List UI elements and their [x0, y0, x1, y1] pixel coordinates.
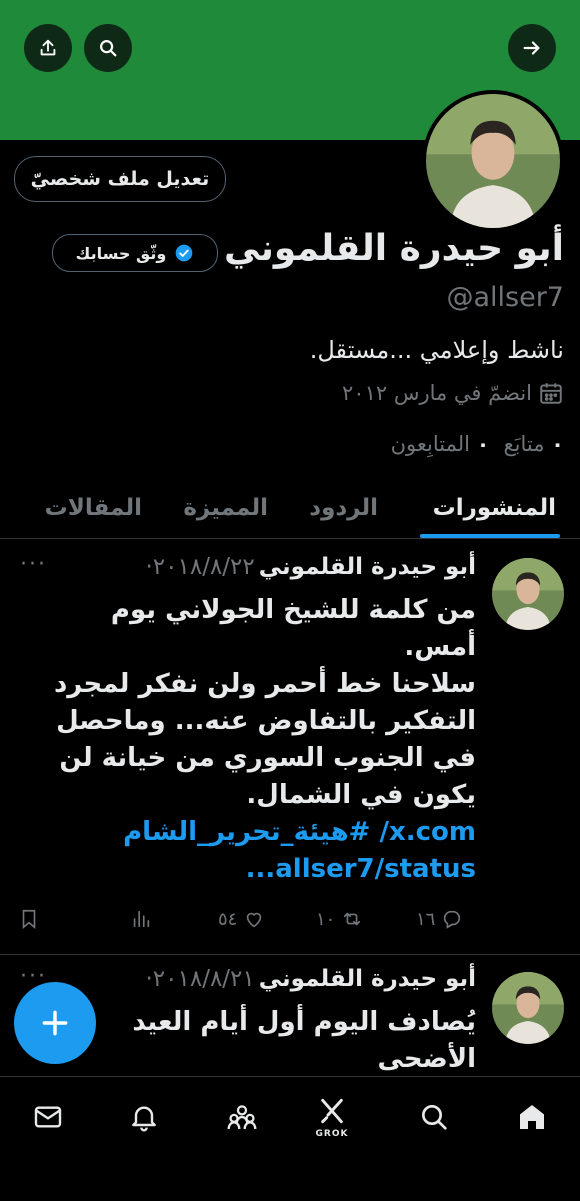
grok-label: GROK: [315, 1129, 349, 1139]
followers-count: ٠: [476, 432, 490, 456]
post-avatar[interactable]: [492, 972, 564, 1044]
arrow-right-icon: [523, 41, 540, 55]
joined-text: انضمّ في مارس ٢٠١٢: [342, 381, 532, 405]
bookmark-icon: [22, 909, 36, 930]
heart-icon: [247, 912, 262, 928]
followers-link[interactable]: ٠ المتابِعون: [391, 432, 490, 456]
post-line: سلاحنا خط أحمر ولن نفكر لمجرد: [53, 669, 476, 699]
post-more-button[interactable]: ···: [20, 552, 47, 577]
search-icon: [422, 1105, 447, 1130]
post-date[interactable]: ٢٠١٨/٨/٢١·: [145, 966, 254, 992]
profile-bio: ناشط وإعلامي ...مستقل.: [309, 336, 564, 364]
post-line: أمس.: [404, 632, 476, 662]
post-actions: ٥٤ ١٠ ١٦: [18, 908, 468, 938]
following-link[interactable]: ٠ متابَع: [503, 432, 564, 456]
verify-account-button[interactable]: وثّق حسابك: [52, 234, 218, 272]
communities-icon: [227, 1105, 257, 1130]
nav-communities[interactable]: [220, 1095, 264, 1139]
bottom-nav: GROK: [0, 1076, 580, 1201]
compose-button[interactable]: [14, 982, 96, 1064]
repost-button[interactable]: ١٠: [316, 908, 363, 930]
repost-icon: [344, 912, 361, 926]
following-label: متابَع: [503, 432, 545, 456]
follow-stats: ٠ متابَع ٠ المتابِعون: [391, 432, 564, 456]
joined-date: انضمّ في مارس ٢٠١٢: [342, 380, 564, 406]
followers-label: المتابِعون: [390, 432, 470, 456]
bell-icon: [132, 1106, 156, 1132]
profile-handle: @allser7: [446, 282, 564, 313]
share-button[interactable]: [24, 24, 72, 72]
post-line: الأضحى: [377, 1044, 476, 1074]
like-count: ٥٤: [218, 908, 238, 930]
hashtag-link[interactable]: x.com/ #هيئة_تحرير_الشام: [26, 814, 476, 851]
mail-icon: [34, 1106, 62, 1128]
calendar-icon: [540, 383, 562, 404]
post-line: يكون في الشمال.: [246, 780, 476, 810]
following-count: ٠: [551, 432, 564, 456]
active-tab-indicator: [420, 534, 560, 538]
nav-messages[interactable]: [26, 1095, 70, 1139]
home-icon: [520, 1105, 544, 1129]
views-icon: [133, 910, 150, 928]
post-item[interactable]: أبو حيدرة القلموني ٢٠١٨/٨/٢٢· ··· من كلم…: [0, 540, 580, 955]
repost-count: ١٠: [316, 908, 336, 930]
post-header: أبو حيدرة القلموني ٢٠١٨/٨/٢٢·: [145, 554, 476, 580]
reply-button[interactable]: ١٦: [416, 908, 463, 930]
forward-button[interactable]: [508, 24, 556, 72]
nav-grok[interactable]: GROK: [310, 1095, 354, 1139]
share-icon: [40, 39, 56, 56]
post-date[interactable]: ٢٠١٨/٨/٢٢·: [145, 554, 254, 580]
search-button[interactable]: [84, 24, 132, 72]
nav-search[interactable]: [412, 1095, 456, 1139]
bookmark-button[interactable]: [18, 908, 40, 930]
nav-home[interactable]: [510, 1095, 554, 1139]
post-author[interactable]: أبو حيدرة القلموني: [259, 966, 476, 992]
avatar-photo: [426, 94, 560, 228]
views-button[interactable]: [130, 908, 152, 930]
avatar-photo: [492, 558, 564, 630]
plus-icon: [42, 1010, 68, 1036]
post-header: أبو حيدرة القلموني ٢٠١٨/٨/٢١·: [145, 966, 476, 992]
post-line: من كلمة للشيخ الجولاني يوم: [110, 595, 476, 625]
profile-avatar[interactable]: [422, 90, 564, 232]
post-author[interactable]: أبو حيدرة القلموني: [259, 554, 476, 580]
search-icon: [100, 40, 117, 57]
post-line: في الجنوب السوري من خيانة لن: [59, 743, 476, 773]
status-link[interactable]: allser7/status...: [26, 851, 476, 888]
reply-count: ١٦: [416, 908, 436, 930]
tab-replies[interactable]: الردود: [309, 478, 378, 538]
tab-highlights[interactable]: المميزة: [183, 478, 268, 538]
post-text: من كلمة للشيخ الجولاني يوم أمس. سلاحنا خ…: [26, 592, 476, 888]
edit-profile-button[interactable]: تعديل ملف شخصيّ: [14, 156, 226, 202]
profile-tabs: المنشورات الردود المميزة المقالات: [0, 478, 580, 539]
reply-icon: [444, 910, 461, 929]
profile-name: أبو حيدرة القلموني: [223, 228, 564, 269]
verify-label: وثّق حسابك: [75, 243, 167, 263]
post-avatar[interactable]: [492, 558, 564, 630]
nav-notifications[interactable]: [122, 1095, 166, 1139]
tab-articles[interactable]: المقالات: [45, 478, 142, 538]
like-button[interactable]: ٥٤: [218, 908, 265, 930]
verified-badge-icon: [176, 244, 193, 262]
grok-icon: [321, 1098, 343, 1124]
post-line: التفكير بالتفاوض عنه... وماحصل: [56, 706, 476, 736]
tab-posts[interactable]: المنشورات: [433, 478, 556, 538]
avatar-photo: [492, 972, 564, 1044]
